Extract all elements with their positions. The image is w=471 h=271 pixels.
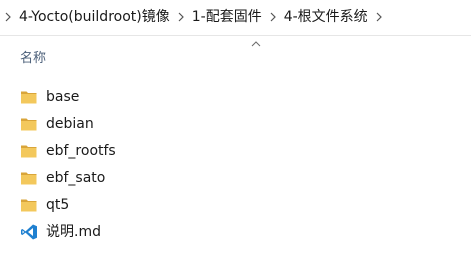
list-item[interactable]: 说明.md xyxy=(0,219,471,246)
chevron-right-icon[interactable] xyxy=(265,7,281,27)
list-item[interactable]: ebf_sato xyxy=(0,165,471,192)
folder-icon xyxy=(21,145,37,158)
vscode-icon xyxy=(21,224,37,240)
breadcrumb-item[interactable]: 4-Yocto(buildroot)镜像 xyxy=(16,7,173,27)
file-name: qt5 xyxy=(46,197,70,213)
chevron-right-icon[interactable] xyxy=(173,7,189,27)
file-name: debian xyxy=(46,116,94,132)
folder-icon xyxy=(21,199,37,212)
file-name: ebf_rootfs xyxy=(46,143,116,159)
file-name: ebf_sato xyxy=(46,170,106,186)
breadcrumb: 4-Yocto(buildroot)镜像 1-配套固件 4-根文件系统 xyxy=(0,7,387,27)
folder-icon xyxy=(21,172,37,185)
list-item[interactable]: base xyxy=(0,84,471,111)
list-item[interactable]: ebf_rootfs xyxy=(0,138,471,165)
list-item[interactable]: debian xyxy=(0,111,471,138)
list-item[interactable]: qt5 xyxy=(0,192,471,219)
sort-ascending-icon xyxy=(251,41,261,47)
folder-icon xyxy=(21,91,37,104)
column-header-name[interactable]: 名称 xyxy=(20,50,46,68)
file-name: base xyxy=(46,89,80,105)
address-bar[interactable]: 4-Yocto(buildroot)镜像 1-配套固件 4-根文件系统 xyxy=(0,0,471,36)
breadcrumb-item[interactable]: 1-配套固件 xyxy=(189,7,265,27)
breadcrumb-item[interactable]: 4-根文件系统 xyxy=(281,7,371,27)
chevron-right-icon[interactable] xyxy=(371,7,387,27)
folder-icon xyxy=(21,118,37,131)
file-name: 说明.md xyxy=(46,224,101,240)
chevron-right-icon[interactable] xyxy=(0,7,16,27)
